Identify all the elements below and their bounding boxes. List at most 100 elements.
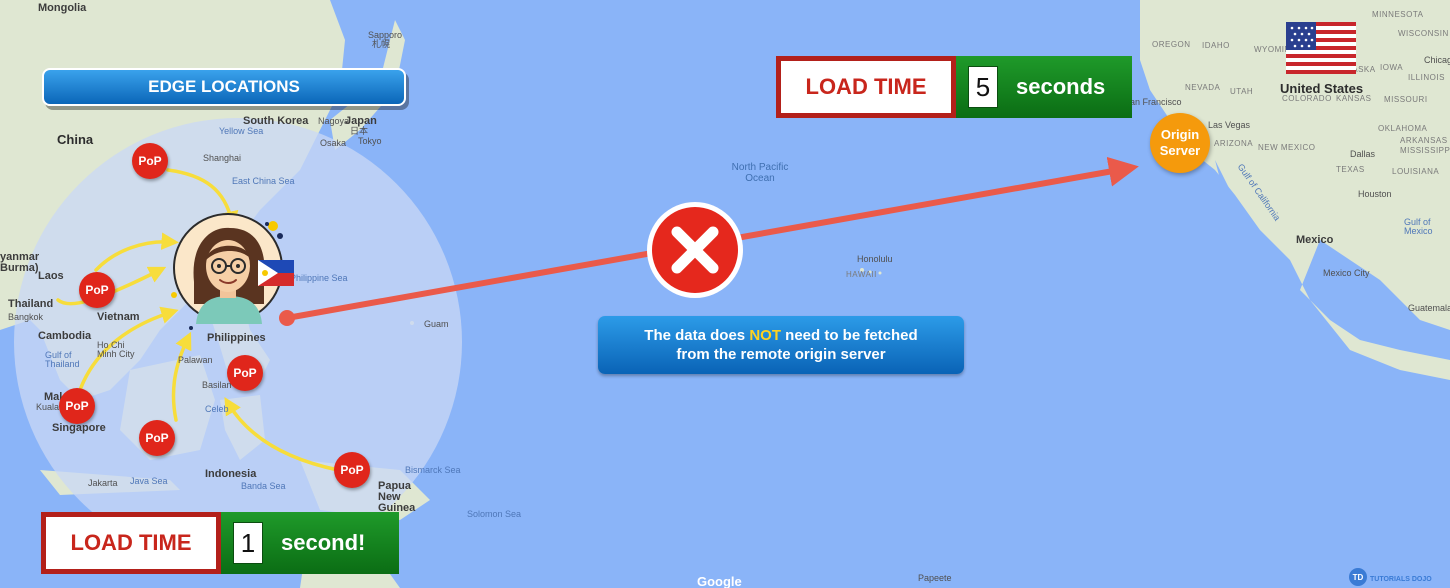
pop-label: PoP <box>65 399 89 413</box>
cache-message-line1: The data does NOT need to be fetched <box>598 326 964 346</box>
label-singapore: Singapore <box>52 422 106 434</box>
pop-node-borneo: PoP <box>139 420 175 456</box>
label-vietnam: Vietnam <box>97 311 140 323</box>
label-mexico: Mexico <box>1296 234 1334 246</box>
load-time-origin: LOAD TIME 5 seconds <box>776 56 1132 118</box>
label-java-sea: Java Sea <box>130 476 168 486</box>
label-illinois: ILLINOIS <box>1408 73 1445 82</box>
label-bismarck-sea: Bismarck Sea <box>405 465 461 475</box>
pop-node-singapore: PoP <box>59 388 95 424</box>
pop-label: PoP <box>138 154 162 168</box>
message-pre: The data does <box>644 326 750 344</box>
load-time-origin-label: LOAD TIME <box>776 56 956 118</box>
load-time-edge-label: LOAD TIME <box>41 512 221 574</box>
label-papua: Papua New Guinea <box>378 480 416 514</box>
edge-locations-title: EDGE LOCATIONS <box>42 68 406 106</box>
label-solomon-sea: Solomon Sea <box>467 509 522 519</box>
label-arkansas: ARKANSAS <box>1400 136 1448 145</box>
pop-label: PoP <box>233 366 257 380</box>
label-honolulu: Honolulu <box>857 254 893 264</box>
label-sapporo-native: 札幌 <box>372 39 391 49</box>
pop-node-shanghai: PoP <box>132 143 168 179</box>
tutorials-dojo-logo: TD TUTORIALS DOJO <box>1349 568 1432 586</box>
x-mark-icon <box>647 202 743 298</box>
diagram-stage: Mongolia China Sapporo 札幌 South Korea Ja… <box>0 0 1450 588</box>
label-arizona: ARIZONA <box>1214 139 1254 148</box>
philippines-flag-icon <box>258 260 294 286</box>
origin-server-node: Origin Server <box>1150 113 1210 173</box>
label-idaho: IDAHO <box>1202 41 1230 50</box>
label-celebes: Celeb <box>205 404 229 414</box>
google-watermark: Google <box>697 574 742 588</box>
us-flag-icon <box>1286 22 1356 74</box>
label-philippines: Philippines <box>207 332 266 344</box>
label-las-vegas: Las Vegas <box>1208 120 1251 130</box>
label-guatemala: Guatemala <box>1408 303 1450 313</box>
label-gulf-thailand: Gulf of Thailand <box>45 350 80 369</box>
message-highlight: NOT <box>749 326 781 344</box>
load-time-edge-value: 1 second! <box>221 512 399 574</box>
label-east-china-sea: East China Sea <box>232 176 295 186</box>
origin-line1: Origin <box>1160 127 1200 143</box>
label-oklahoma: OKLAHOMA <box>1378 124 1428 133</box>
label-minnesota: MINNESOTA <box>1372 10 1424 19</box>
label-nevada: NEVADA <box>1185 83 1221 92</box>
label-missouri: MISSOURI <box>1384 95 1428 104</box>
label-houston: Houston <box>1358 189 1392 199</box>
load-time-origin-unit: seconds <box>1016 74 1106 99</box>
label-thailand: Thailand <box>8 298 54 310</box>
pop-label: PoP <box>340 463 364 477</box>
cache-message-line2: from the remote origin server <box>676 346 886 363</box>
label-wisconsin: WISCONSIN <box>1398 29 1449 38</box>
label-japan-native: 日本 <box>350 126 369 136</box>
label-dallas: Dallas <box>1350 149 1376 159</box>
load-time-edge-unit: second! <box>281 530 366 555</box>
load-time-origin-number: 5 <box>968 66 998 108</box>
label-north-pacific: North Pacific Ocean <box>731 162 789 184</box>
label-china: China <box>57 132 94 147</box>
label-bangkok: Bangkok <box>8 312 44 322</box>
pop-node-laos: PoP <box>79 272 115 308</box>
label-philippine-sea: Philippine Sea <box>290 273 348 283</box>
load-time-origin-value: 5 seconds <box>956 56 1132 118</box>
pop-node-papua: PoP <box>334 452 370 488</box>
pop-label: PoP <box>145 431 169 445</box>
label-texas: TEXAS <box>1336 165 1365 174</box>
label-san-francisco: an Francisco <box>1130 97 1182 107</box>
label-oregon: OREGON <box>1152 40 1191 49</box>
label-nagoya: Nagoya <box>318 116 350 126</box>
pop-label: PoP <box>85 283 109 297</box>
label-tokyo: Tokyo <box>358 136 382 146</box>
label-cambodia: Cambodia <box>38 330 92 342</box>
label-palawan: Palawan <box>178 355 213 365</box>
label-burma: Burma) <box>0 262 39 274</box>
label-kuala: Kuala <box>36 402 60 412</box>
label-chicago: Chicag <box>1424 55 1450 65</box>
label-colorado: COLORADO <box>1282 94 1332 103</box>
td-logo-text: TUTORIALS DOJO <box>1370 576 1432 583</box>
label-osaka: Osaka <box>320 138 347 148</box>
svg-text:TD: TD <box>1353 573 1364 582</box>
label-guam: Guam <box>424 319 449 329</box>
label-mongolia: Mongolia <box>38 2 87 14</box>
label-new-mexico: NEW MEXICO <box>1258 143 1316 152</box>
label-indonesia: Indonesia <box>205 468 257 480</box>
label-papeete: Papeete <box>918 573 952 583</box>
label-laos: Laos <box>38 270 64 282</box>
label-ho-chi-minh: Ho Chi Minh City <box>97 340 135 359</box>
message-post: need to be fetched <box>781 326 918 344</box>
label-utah: UTAH <box>1230 87 1254 96</box>
label-louisiana: LOUISIANA <box>1392 167 1440 176</box>
cache-message: The data does NOT need to be fetched fro… <box>598 316 964 374</box>
label-kansas: KANSAS <box>1336 94 1372 103</box>
origin-line2: Server <box>1159 143 1201 158</box>
label-gulf-mexico: Gulf of Mexico <box>1404 217 1433 236</box>
label-shanghai: Shanghai <box>203 153 242 163</box>
label-mexico-city: Mexico City <box>1323 268 1370 278</box>
label-jakarta: Jakarta <box>88 478 118 488</box>
label-basilan: Basilan <box>202 380 232 390</box>
label-hawaii: HAWAII <box>846 270 877 279</box>
label-mississippi: MISSISSIPPI <box>1400 146 1450 155</box>
pop-node-philippines: PoP <box>227 355 263 391</box>
load-time-edge-number: 1 <box>233 522 263 564</box>
